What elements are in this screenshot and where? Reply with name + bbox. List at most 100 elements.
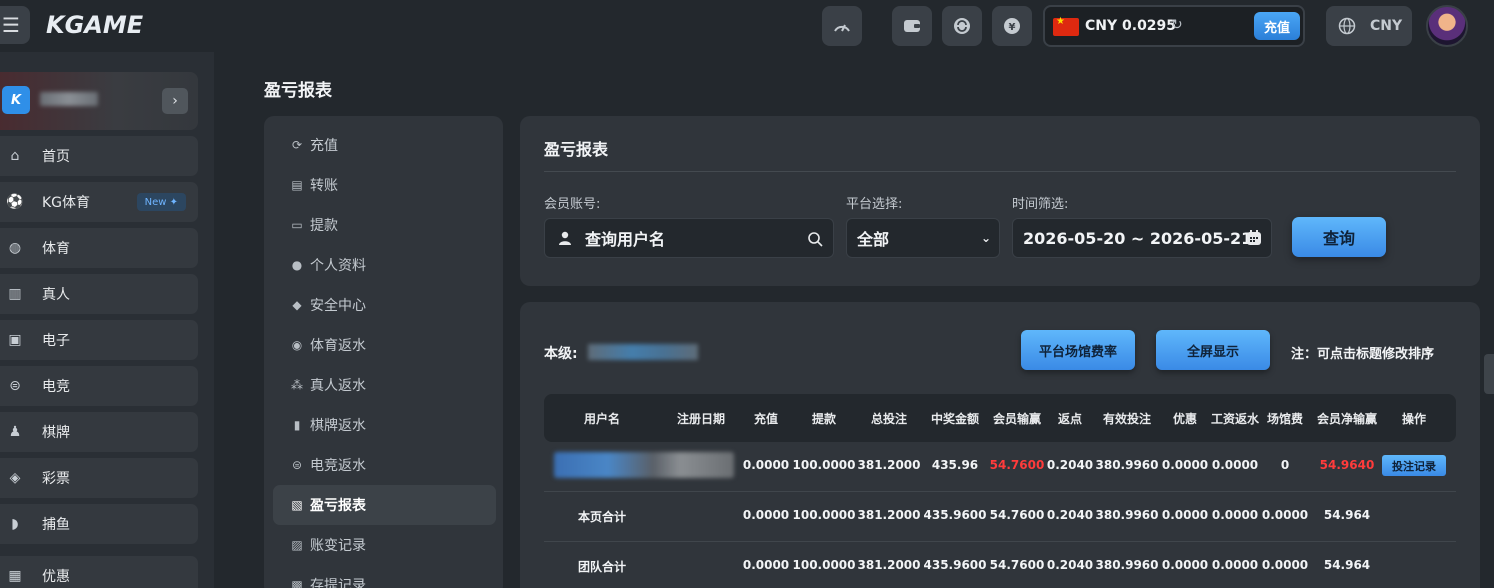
sidebar-item-6[interactable]: ♟ 棋牌 [0, 412, 198, 452]
submenu-item-9[interactable]: ▧ 盈亏报表 [273, 485, 496, 525]
table-cell: 381.2000 [857, 508, 921, 522]
column-header-11[interactable]: 场馆费 [1267, 410, 1303, 427]
column-header-5[interactable]: 中奖金额 [931, 410, 979, 427]
date-range-input[interactable]: 2026-05-20 ~ 2026-05-21 [1012, 218, 1272, 258]
sidebar-item-label: 棋牌 [42, 425, 70, 441]
column-header-1[interactable]: 注册日期 [677, 410, 725, 427]
column-header-6[interactable]: 会员输赢 [993, 410, 1041, 427]
language-selector[interactable]: CNY [1326, 6, 1412, 46]
chevron-right-icon[interactable]: › [162, 88, 188, 114]
calendar-icon[interactable] [1245, 229, 1263, 247]
sidebar-item-3[interactable]: ▥ 真人 [0, 274, 198, 314]
ball-icon: ◉ [291, 338, 303, 352]
user-icon [559, 231, 571, 245]
table-row: 本页合计 0.0000 100.0000 381.2000 435.9600 54.760… [544, 492, 1456, 542]
ledger-icon: ▨ [291, 538, 303, 552]
submenu-item-label: 盈亏报表 [310, 498, 366, 514]
shield-icon: ◆ [292, 298, 302, 312]
venue-fee-rate-button[interactable]: 平台场馆费率 [1021, 330, 1135, 370]
submenu-item-4[interactable]: ◆ 安全中心 [273, 285, 496, 325]
sidebar-item-0[interactable]: ⌂ 首页 [0, 136, 198, 176]
sidebar-item-label: 首页 [42, 149, 70, 165]
member-search-input[interactable]: 查询用户名 [544, 218, 834, 258]
filter-panel: 盈亏报表 会员账号: 查询用户名 平台选择: 全部 ⌄ 时间筛选: 2026-0… [520, 116, 1480, 286]
submenu-item-7[interactable]: ▮ 棋牌返水 [273, 405, 496, 445]
platform-select[interactable]: 全部 ⌄ [846, 218, 1000, 258]
table-cell: 0.0000 [1161, 458, 1209, 472]
refresh-balance-icon[interactable] [942, 6, 982, 46]
column-header-13[interactable]: 操作 [1402, 410, 1426, 427]
column-header-4[interactable]: 总投注 [871, 410, 907, 427]
basketball-icon: ◍ [8, 240, 22, 256]
sidebar-item-2[interactable]: ◍ 体育 [0, 228, 198, 268]
wallet-icon[interactable] [892, 6, 932, 46]
sidebar-item-label: KG体育 [42, 195, 91, 211]
yuan-icon[interactable]: ¥ [992, 6, 1032, 46]
submenu-item-label: 存提记录 [310, 578, 366, 588]
table-header: 用户名 注册日期 充值 提款 总投注 中奖金额 会员输赢 返点 有效投注 优惠 工资返水 场馆费 会员净… [544, 394, 1456, 442]
sidebar-item-7[interactable]: ◈ 彩票 [0, 458, 198, 498]
search-icon[interactable] [807, 231, 823, 247]
fullscreen-button[interactable]: 全屏显示 [1156, 330, 1270, 370]
submenu-item-11[interactable]: ▩ 存提记录 [273, 565, 496, 588]
submenu-item-5[interactable]: ◉ 体育返水 [273, 325, 496, 365]
table-cell: 380.9960 [1095, 458, 1159, 472]
sidebar-item-label: 电子 [42, 333, 70, 349]
fish-icon: ◗ [11, 516, 19, 532]
sidebar-item-9[interactable]: ▦ 优惠 [0, 556, 198, 588]
submenu-item-2[interactable]: ▭ 提款 [273, 205, 496, 245]
sidebar-item-5[interactable]: ⊜ 电竞 [0, 366, 198, 406]
column-header-8[interactable]: 有效投注 [1103, 410, 1151, 427]
query-button[interactable]: 查询 [1292, 217, 1386, 257]
table-cell: 54.7600 [989, 458, 1045, 472]
table-cell: 0.0000 [1161, 558, 1209, 572]
speed-icon[interactable] [822, 6, 862, 46]
lottery-icon: ◈ [9, 470, 21, 486]
submenu-item-8[interactable]: ⊜ 电竞返水 [273, 445, 496, 485]
record-icon: ▩ [291, 578, 303, 588]
kgame-logo[interactable]: KGAME [46, 8, 143, 42]
divider [544, 171, 1456, 172]
deposit-button[interactable]: 充值 [1254, 12, 1300, 40]
column-header-9[interactable]: 优惠 [1173, 410, 1197, 427]
submenu-item-1[interactable]: ▤ 转账 [273, 165, 496, 205]
home-icon: ⌂ [10, 148, 20, 164]
column-header-10[interactable]: 工资返水 [1211, 410, 1259, 427]
menu-icon[interactable]: ☰ [0, 6, 30, 44]
scrollbar[interactable] [1484, 354, 1494, 394]
k-logo-icon: K [2, 86, 30, 114]
gamepad-icon: ⊜ [9, 378, 21, 394]
sidebar-item-8[interactable]: ◗ 捕鱼 [0, 504, 198, 544]
member-account-label: 会员账号: [544, 197, 601, 212]
user-card[interactable]: K › [0, 72, 198, 130]
globe-icon [1338, 17, 1356, 35]
submenu-item-3[interactable]: ● 个人资料 [273, 245, 496, 285]
sidebar-item-label: 捕鱼 [42, 517, 70, 533]
submenu-item-10[interactable]: ▨ 账变记录 [273, 525, 496, 565]
table-cell: 0 [1280, 458, 1290, 472]
column-header-3[interactable]: 提款 [812, 410, 836, 427]
table-row: 团队合计 0.0000 100.0000 381.2000 435.9600 54.760… [544, 542, 1456, 588]
submenu-item-label: 真人返水 [310, 378, 366, 394]
submenu-item-6[interactable]: ⁂ 真人返水 [273, 365, 496, 405]
table-cell: 54.964 [1323, 558, 1371, 572]
column-header-0[interactable]: 用户名 [584, 410, 620, 427]
cards-icon: ▥ [8, 286, 22, 302]
wallet-refresh-icon[interactable]: ↻ [1171, 17, 1183, 33]
submenu-item-0[interactable]: ⟳ 充值 [273, 125, 496, 165]
china-flag-icon [1053, 16, 1079, 36]
wallet-amount: CNY 0.0295 [1085, 18, 1177, 34]
sidebar-item-1[interactable]: ⚽ KG体育 New ✦ [0, 182, 198, 222]
submenu-item-label: 提款 [310, 218, 338, 234]
column-header-2[interactable]: 充值 [754, 410, 778, 427]
bet-record-button[interactable]: 投注记录 [1382, 455, 1446, 476]
account-submenu: ⟳ 充值 ▤ 转账 ▭ 提款 ● 个人资料 ◆ 安全中心 ◉ 体育返水 ⁂ 真人返水 ▮ 棋牌返水 ⊜ 电竞返水 ▧… [264, 116, 503, 588]
table-cell: 54.7600 [989, 508, 1045, 522]
sort-note: 注：可点击标题修改排序 [1291, 347, 1435, 362]
avatar[interactable] [1426, 5, 1468, 47]
table-cell: 100.0000 [792, 558, 856, 572]
column-header-12[interactable]: 会员净输赢 [1317, 410, 1377, 427]
transfer-icon: ▤ [291, 178, 303, 192]
sidebar-item-4[interactable]: ▣ 电子 [0, 320, 198, 360]
column-header-7[interactable]: 返点 [1058, 410, 1082, 427]
